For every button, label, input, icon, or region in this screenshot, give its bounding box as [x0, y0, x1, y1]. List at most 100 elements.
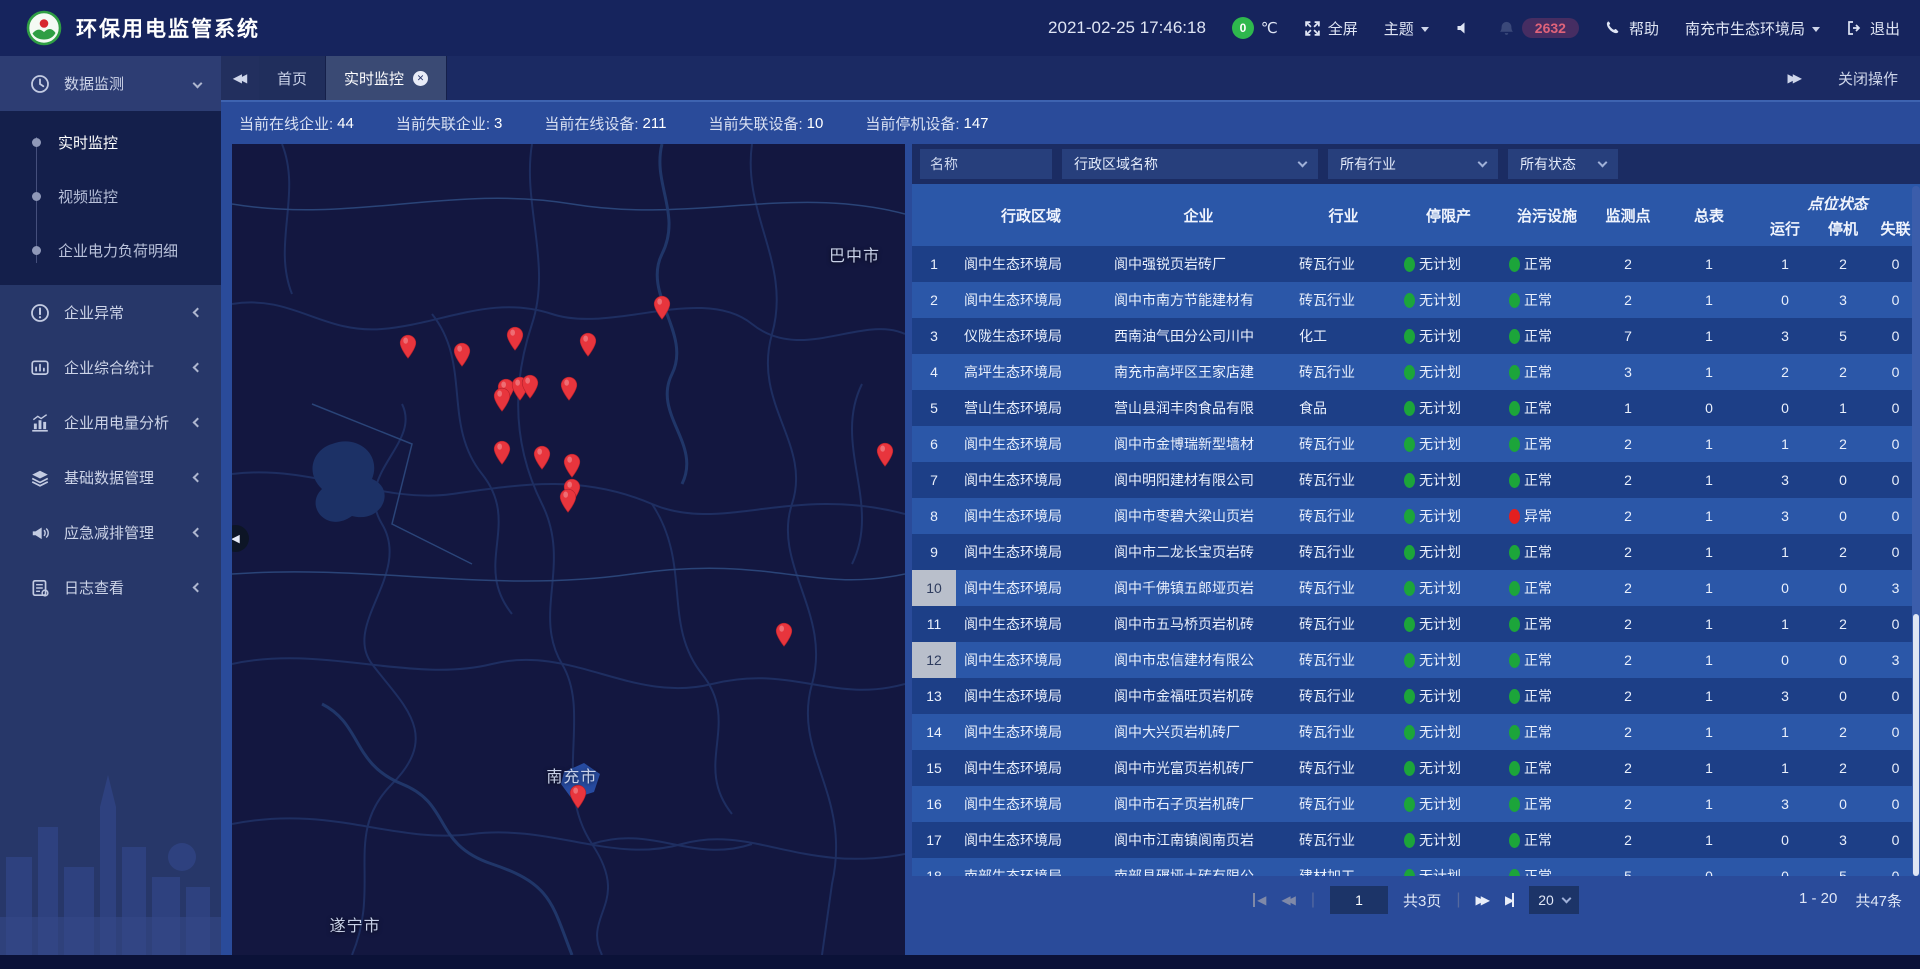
page-number-input[interactable] — [1330, 886, 1388, 914]
sidebar-item-label: 实时监控 — [58, 132, 118, 153]
table-panel: 行政区域名称 所有行业 所有状态 — [912, 144, 1920, 955]
status-filter-select[interactable]: 所有状态 — [1508, 149, 1618, 179]
map-pin[interactable] — [560, 376, 579, 401]
row-stopped-cell: 2 — [1815, 256, 1871, 272]
table-row[interactable]: 13阆中生态环境局阆中市金福旺页岩机砖砖瓦行业无计划正常21300 — [912, 678, 1920, 714]
help-button[interactable]: 帮助 — [1605, 18, 1659, 39]
sidebar-item-enterprise-statistics[interactable]: 企业综合统计 — [0, 340, 221, 395]
column-header-region: 行政区域 — [956, 184, 1106, 246]
status-text: 无计划 — [1419, 470, 1461, 490]
sidebar-item-power-load-detail[interactable]: 企业电力负荷明细 — [0, 223, 221, 277]
table-row[interactable]: 8阆中生态环境局阆中市枣碧大梁山页岩砖瓦行业无计划异常21300 — [912, 498, 1920, 534]
status-dot-icon — [1509, 797, 1520, 812]
row-index-cell: 13 — [912, 678, 956, 714]
previous-page-button[interactable]: ◀◀ — [1281, 893, 1295, 907]
sidebar-item-realtime-monitoring[interactable]: 实时监控 — [0, 115, 221, 169]
table-row[interactable]: 2阆中生态环境局阆中市南方节能建材有砖瓦行业无计划正常21030 — [912, 282, 1920, 318]
map-pin[interactable] — [521, 374, 540, 399]
fullscreen-button[interactable]: 全屏 — [1304, 18, 1358, 39]
table-scrollbar[interactable] — [1912, 186, 1920, 876]
row-industry-cell: 砖瓦行业 — [1291, 542, 1396, 562]
row-region-cell: 阆中生态环境局 — [956, 578, 1106, 598]
next-page-button[interactable]: ▶▶ — [1476, 893, 1490, 907]
row-points-cell: 2 — [1593, 652, 1663, 668]
row-company-cell: 阆中市南方节能建材有 — [1106, 290, 1291, 310]
scrollbar-thumb[interactable] — [1913, 614, 1919, 876]
notifications[interactable]: 2632 — [1498, 18, 1579, 38]
table-row[interactable]: 15阆中生态环境局阆中市光富页岩机砖厂砖瓦行业无计划正常21120 — [912, 750, 1920, 786]
tab-close-icon[interactable]: ✕ — [413, 71, 428, 86]
table-row[interactable]: 12阆中生态环境局阆中市忠信建材有限公砖瓦行业无计划正常21003 — [912, 642, 1920, 678]
row-region-cell: 阆中生态环境局 — [956, 506, 1106, 526]
row-limit-cell: 无计划 — [1396, 362, 1501, 382]
filter-row: 行政区域名称 所有行业 所有状态 — [912, 144, 1920, 184]
map-pin[interactable] — [558, 488, 577, 513]
table-row[interactable]: 18南部生态环境局南部县碾垭土砖有限公建材加工无计划正常50050 — [912, 858, 1920, 876]
sidebar-item-video-monitoring[interactable]: 视频监控 — [0, 169, 221, 223]
status-text: 无计划 — [1419, 542, 1461, 562]
table-row[interactable]: 4高坪生态环境局南充市高坪区王家店建砖瓦行业无计划正常31220 — [912, 354, 1920, 390]
map-pin[interactable] — [579, 332, 598, 357]
row-running-cell: 2 — [1755, 364, 1815, 380]
tab-home[interactable]: 首页 — [259, 56, 326, 100]
row-running-cell: 0 — [1755, 868, 1815, 876]
row-limit-cell: 无计划 — [1396, 722, 1501, 742]
map-roads — [232, 144, 905, 955]
sidebar-item-log-view[interactable]: 日志查看 — [0, 560, 221, 615]
close-operations-button[interactable]: 关闭操作 — [1838, 68, 1898, 89]
map-pin[interactable] — [492, 440, 511, 465]
status-dot-icon — [1404, 473, 1415, 488]
theme-dropdown[interactable]: 主题 — [1384, 18, 1429, 39]
table-row[interactable]: 3仪陇生态环境局西南油气田分公司川中化工无计划正常71350 — [912, 318, 1920, 354]
sidebar-item-power-usage-analysis[interactable]: 企业用电量分析 — [0, 395, 221, 450]
region-filter-select[interactable]: 行政区域名称 — [1062, 149, 1318, 179]
map-pin[interactable] — [399, 334, 418, 359]
table-row[interactable]: 9阆中生态环境局阆中市二龙长宝页岩砖砖瓦行业无计划正常21120 — [912, 534, 1920, 570]
map-pin[interactable] — [453, 342, 472, 367]
table-row[interactable]: 14阆中生态环境局阆中大兴页岩机砖厂砖瓦行业无计划正常21120 — [912, 714, 1920, 750]
tabs-scroll-right-button[interactable]: ▶▶ — [1788, 71, 1802, 85]
tabs-scroll-left-button[interactable]: ◀◀ — [221, 56, 259, 100]
map-pin[interactable] — [875, 442, 894, 467]
last-page-button[interactable]: ▶ — [1505, 893, 1514, 907]
map-pin[interactable] — [533, 445, 552, 470]
org-dropdown[interactable]: 南充市生态环境局 — [1685, 18, 1820, 39]
first-page-button[interactable]: ◀ — [1253, 893, 1266, 907]
chevron-left-icon — [193, 528, 203, 538]
sidebar-item-basic-data-management[interactable]: 基础数据管理 — [0, 450, 221, 505]
sidebar-item-label: 企业电力负荷明细 — [58, 240, 178, 261]
table-row[interactable]: 1阆中生态环境局阆中强锐页岩砖厂砖瓦行业无计划正常21120 — [912, 246, 1920, 282]
map-pin[interactable] — [562, 453, 581, 478]
table-row[interactable]: 16阆中生态环境局阆中市石子页岩机砖厂砖瓦行业无计划正常21300 — [912, 786, 1920, 822]
sidebar-item-data-monitoring[interactable]: 数据监测 — [0, 56, 221, 111]
row-industry-cell: 砖瓦行业 — [1291, 686, 1396, 706]
map-pin[interactable] — [492, 387, 511, 412]
table-row[interactable]: 6阆中生态环境局阆中市金博瑞新型墙材砖瓦行业无计划正常21120 — [912, 426, 1920, 462]
map-pin[interactable] — [653, 295, 672, 320]
table-row[interactable]: 17阆中生态环境局阆中市江南镇阆南页岩砖瓦行业无计划正常21030 — [912, 822, 1920, 858]
map-panel[interactable]: 巴中市南充市遂宁市 ◀ — [232, 144, 905, 955]
column-header-meters: 总表 — [1663, 184, 1755, 246]
table-row[interactable]: 5营山生态环境局营山县润丰肉食品有限食品无计划正常10010 — [912, 390, 1920, 426]
row-points-cell: 2 — [1593, 436, 1663, 452]
row-industry-cell: 砖瓦行业 — [1291, 506, 1396, 526]
status-dot-icon — [1509, 761, 1520, 776]
logout-button[interactable]: 退出 — [1846, 18, 1900, 39]
map-pin[interactable] — [506, 326, 525, 351]
row-points-cell: 2 — [1593, 760, 1663, 776]
table-row[interactable]: 7阆中生态环境局阆中明阳建材有限公司砖瓦行业无计划正常21300 — [912, 462, 1920, 498]
industry-filter-select[interactable]: 所有行业 — [1328, 149, 1498, 179]
table-row[interactable]: 10阆中生态环境局阆中千佛镇五郎垭页岩砖瓦行业无计划正常21003 — [912, 570, 1920, 606]
map-pin[interactable] — [774, 622, 793, 647]
map-pin[interactable] — [568, 784, 587, 809]
sidebar-item-enterprise-abnormal[interactable]: 企业异常 — [0, 285, 221, 340]
row-facility-cell: 正常 — [1501, 254, 1593, 274]
tab-realtime-monitoring[interactable]: 实时监控✕ — [326, 56, 447, 100]
mute-button[interactable] — [1455, 20, 1472, 37]
page-size-select[interactable]: 20 — [1529, 886, 1579, 914]
status-text: 正常 — [1524, 758, 1552, 778]
sidebar-item-emergency-reduction[interactable]: 应急减排管理 — [0, 505, 221, 560]
table-row[interactable]: 11阆中生态环境局阆中市五马桥页岩机砖砖瓦行业无计划正常21120 — [912, 606, 1920, 642]
row-points-cell: 2 — [1593, 796, 1663, 812]
name-filter-input[interactable] — [920, 149, 1052, 179]
